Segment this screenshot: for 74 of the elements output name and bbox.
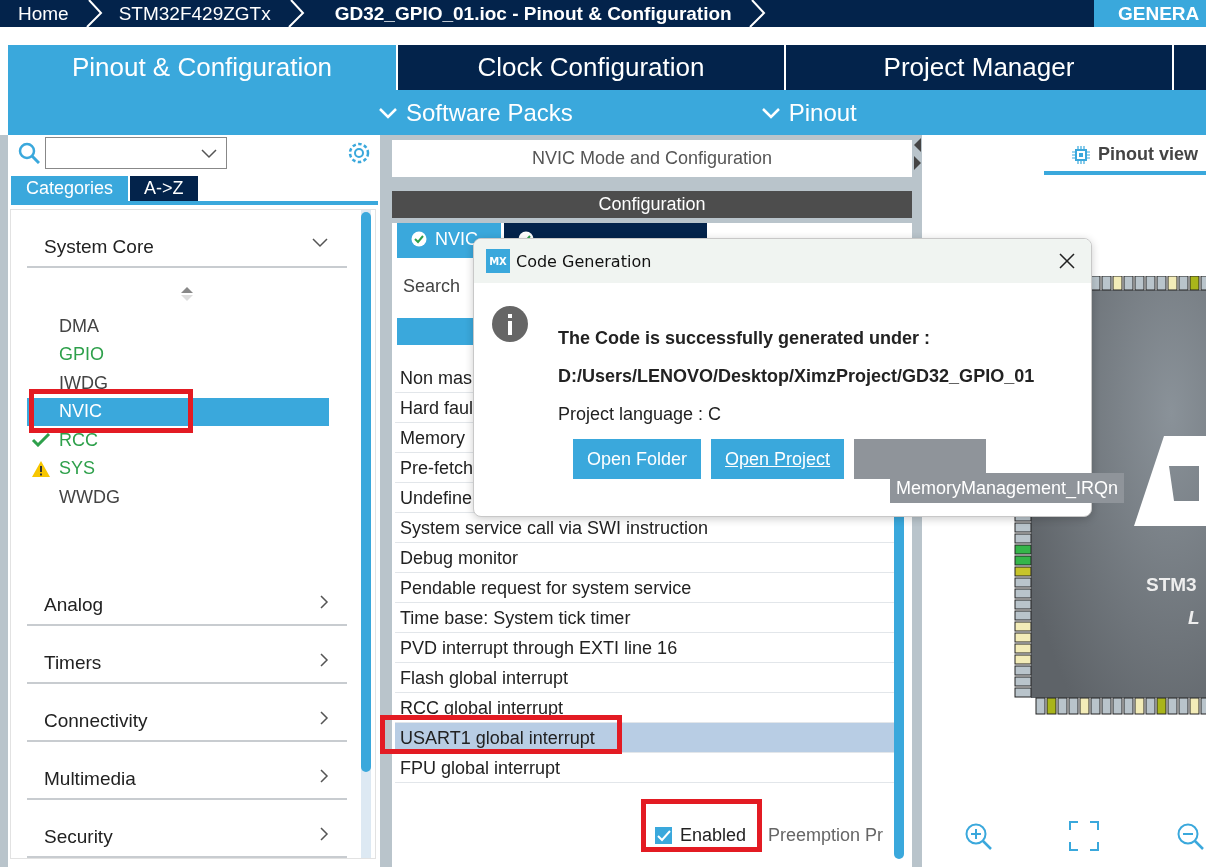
category-header[interactable]: Analog bbox=[27, 568, 347, 626]
category-header[interactable]: Connectivity bbox=[27, 684, 347, 742]
info-icon bbox=[491, 305, 529, 343]
app-badge: MX bbox=[486, 249, 510, 273]
interrupt-row[interactable]: USART1 global interrupt bbox=[395, 723, 894, 753]
category-label: Timers bbox=[44, 652, 102, 675]
settings-icon bbox=[347, 141, 371, 166]
category-header[interactable]: Timers bbox=[27, 626, 347, 684]
dialog-message: The Code is successfully generated under : bbox=[558, 328, 932, 350]
category-label: Security bbox=[44, 826, 113, 849]
main-tab[interactable]: Project Manager bbox=[786, 45, 1174, 90]
sort-arrows-icon bbox=[180, 286, 194, 302]
item-label: NVIC bbox=[59, 401, 102, 423]
chevron-right-icon bbox=[319, 594, 329, 610]
chevron-right-icon bbox=[319, 710, 329, 726]
section-header: Configuration bbox=[392, 191, 912, 218]
category-header[interactable]: System Core bbox=[27, 210, 347, 268]
view-tab[interactable]: Pinout view bbox=[1044, 144, 1206, 175]
close-button[interactable] bbox=[1059, 253, 1075, 269]
category-item[interactable]: WWDG bbox=[27, 483, 329, 512]
chevron-right-icon bbox=[319, 826, 329, 842]
chevron-down-icon bbox=[311, 236, 329, 248]
item-label: DMA bbox=[59, 315, 99, 337]
category-label: System Core bbox=[44, 236, 154, 259]
checkbox[interactable] bbox=[655, 827, 672, 844]
search-dropdown[interactable] bbox=[45, 137, 227, 170]
item-label: WWDG bbox=[59, 486, 120, 508]
warning-icon bbox=[29, 459, 53, 478]
breadcrumb-item[interactable]: STM32F429ZGTx bbox=[118, 0, 281, 27]
interrupt-row[interactable]: PVD interrupt through EXTI line 16 bbox=[395, 633, 894, 663]
interrupt-row[interactable]: Flash global interrupt bbox=[395, 663, 894, 693]
item-label: RCC bbox=[59, 429, 98, 451]
collapse-arrows-icon bbox=[913, 137, 921, 171]
interrupt-row[interactable]: Debug monitor bbox=[395, 543, 894, 573]
tooltip: MemoryManagement_IRQn bbox=[890, 473, 1125, 503]
chip-icon bbox=[1072, 145, 1090, 164]
item-label: GPIO bbox=[59, 344, 104, 366]
chevron-right-icon bbox=[319, 652, 329, 668]
interrupt-row[interactable]: Time base: System tick timer bbox=[395, 603, 894, 633]
view-tab[interactable]: A->Z bbox=[130, 175, 198, 201]
chevron-right-icon bbox=[319, 768, 329, 784]
search-label: Search bbox=[403, 276, 462, 298]
enabled-checkbox[interactable]: Enabled bbox=[655, 825, 747, 846]
panel-title: NVIC Mode and Configuration bbox=[392, 140, 912, 177]
check-circle-icon bbox=[411, 231, 427, 247]
fit-screen-icon bbox=[1069, 821, 1099, 851]
close-icon bbox=[1059, 253, 1075, 269]
breadcrumb-item[interactable]: Home bbox=[18, 0, 79, 27]
item-label: IWDG bbox=[59, 372, 108, 394]
chip-label: STM3 bbox=[1146, 574, 1197, 595]
category-label: Connectivity bbox=[44, 710, 148, 733]
zoom-in-icon bbox=[964, 822, 992, 850]
chevron-down-icon bbox=[760, 106, 781, 119]
field-label: Preemption Pr bbox=[768, 825, 884, 846]
check-icon bbox=[29, 433, 53, 448]
main-tab[interactable]: Clock Configuration bbox=[398, 45, 786, 90]
dialog-title: Code Generation bbox=[516, 251, 652, 271]
chevron-down-icon bbox=[378, 106, 398, 119]
interrupt-row[interactable]: FPU global interrupt bbox=[395, 753, 894, 783]
category-header[interactable]: Security bbox=[27, 800, 347, 858]
search-icon bbox=[18, 142, 40, 165]
category-label: Analog bbox=[44, 594, 104, 617]
project-language: Project language : C bbox=[558, 404, 723, 426]
item-label: SYS bbox=[59, 458, 96, 480]
breadcrumb-item[interactable]: GD32_GPIO_01.ioc - Pinout & Configuration bbox=[320, 0, 742, 27]
zoom-out-icon bbox=[1176, 822, 1204, 850]
category-item[interactable]: DMA bbox=[27, 312, 329, 341]
interrupt-row[interactable]: Pendable request for system service bbox=[395, 573, 894, 603]
category-item[interactable]: IWDG bbox=[27, 369, 329, 398]
chevron-down-icon bbox=[200, 147, 218, 160]
category-label: Multimedia bbox=[44, 768, 136, 791]
category-header[interactable]: Multimedia bbox=[27, 742, 347, 800]
chip-label: L bbox=[1188, 607, 1200, 628]
output-path: D:/Users/LENOVO/Desktop/XimzProject/GD32_GPIO_01 bbox=[558, 366, 1035, 388]
